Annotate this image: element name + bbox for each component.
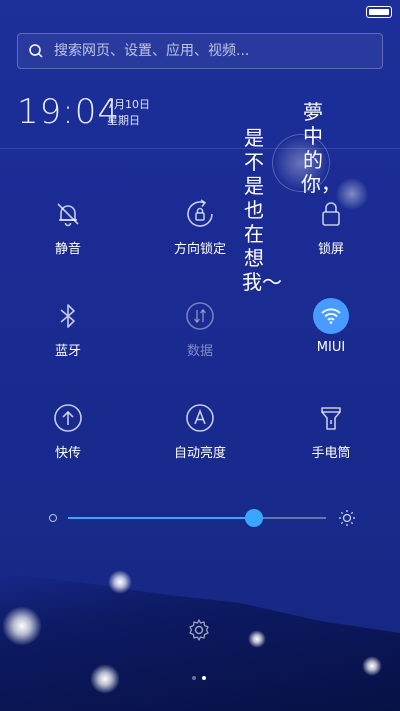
toggle-label: 快传 bbox=[54, 446, 81, 461]
toggle-label: 自动亮度 bbox=[173, 446, 226, 461]
toggle-bluetooth[interactable]: 蓝牙 bbox=[18, 300, 118, 380]
brightness-low-icon bbox=[49, 514, 57, 522]
firefly-glow bbox=[108, 570, 132, 594]
page-indicator bbox=[192, 676, 208, 682]
toggle-label: 锁屏 bbox=[317, 242, 344, 257]
upload-arrow-icon bbox=[54, 404, 82, 432]
brightness-high-icon bbox=[339, 510, 355, 526]
toggle-label: 静音 bbox=[54, 242, 81, 257]
toggle-quick-share[interactable]: 快传 bbox=[18, 402, 118, 482]
toggle-auto-brightness[interactable]: 自动亮度 bbox=[150, 402, 250, 482]
slider-thumb[interactable] bbox=[244, 509, 263, 527]
bluetooth-icon bbox=[60, 304, 75, 328]
toggle-mute[interactable]: 静音 bbox=[18, 198, 118, 278]
flashlight-icon bbox=[321, 407, 341, 430]
settings-gear-icon[interactable] bbox=[187, 618, 211, 642]
wifi-active-indicator bbox=[313, 298, 349, 334]
lock-icon bbox=[322, 202, 340, 226]
weekday-label: 星期日 bbox=[107, 114, 140, 127]
date-label: 7月10日 bbox=[107, 98, 150, 111]
toggle-rotation-lock[interactable]: 方向锁定 bbox=[150, 198, 250, 278]
toggle-lock-screen[interactable]: 锁屏 bbox=[281, 198, 381, 278]
data-arrows-icon bbox=[186, 302, 214, 330]
wifi-icon bbox=[321, 308, 341, 324]
firefly-glow bbox=[90, 664, 120, 694]
search-icon bbox=[29, 44, 43, 58]
search-input[interactable] bbox=[52, 42, 382, 60]
bell-off-icon bbox=[57, 203, 79, 227]
slider-fill bbox=[68, 517, 254, 519]
toggle-label: MIUI bbox=[316, 340, 346, 355]
brightness-slider[interactable] bbox=[46, 506, 356, 530]
firefly-glow bbox=[2, 606, 42, 646]
page-dot-active bbox=[202, 676, 206, 680]
wallpaper-poem-line-1: 夢中的你， bbox=[301, 100, 341, 196]
toggle-label: 蓝牙 bbox=[54, 344, 81, 359]
firefly-glow bbox=[248, 630, 266, 648]
toggle-label: 方向锁定 bbox=[173, 242, 226, 257]
toggle-wifi[interactable]: MIUI bbox=[281, 298, 381, 378]
toggle-data[interactable]: 数据 bbox=[150, 300, 250, 380]
toggle-label: 手电筒 bbox=[311, 446, 351, 461]
firefly-glow bbox=[362, 656, 382, 676]
divider bbox=[0, 148, 400, 149]
battery-icon bbox=[366, 6, 392, 18]
toggle-label: 数据 bbox=[186, 344, 213, 359]
clock-time[interactable]: 19:04 bbox=[17, 92, 120, 132]
toggle-flashlight[interactable]: 手电筒 bbox=[281, 402, 381, 482]
search-bar[interactable] bbox=[17, 33, 383, 69]
clock-date[interactable]: 7月10日 星期日 bbox=[107, 97, 150, 129]
page-dot bbox=[192, 676, 196, 680]
rotation-lock-icon bbox=[187, 199, 213, 227]
auto-brightness-icon bbox=[186, 404, 214, 432]
